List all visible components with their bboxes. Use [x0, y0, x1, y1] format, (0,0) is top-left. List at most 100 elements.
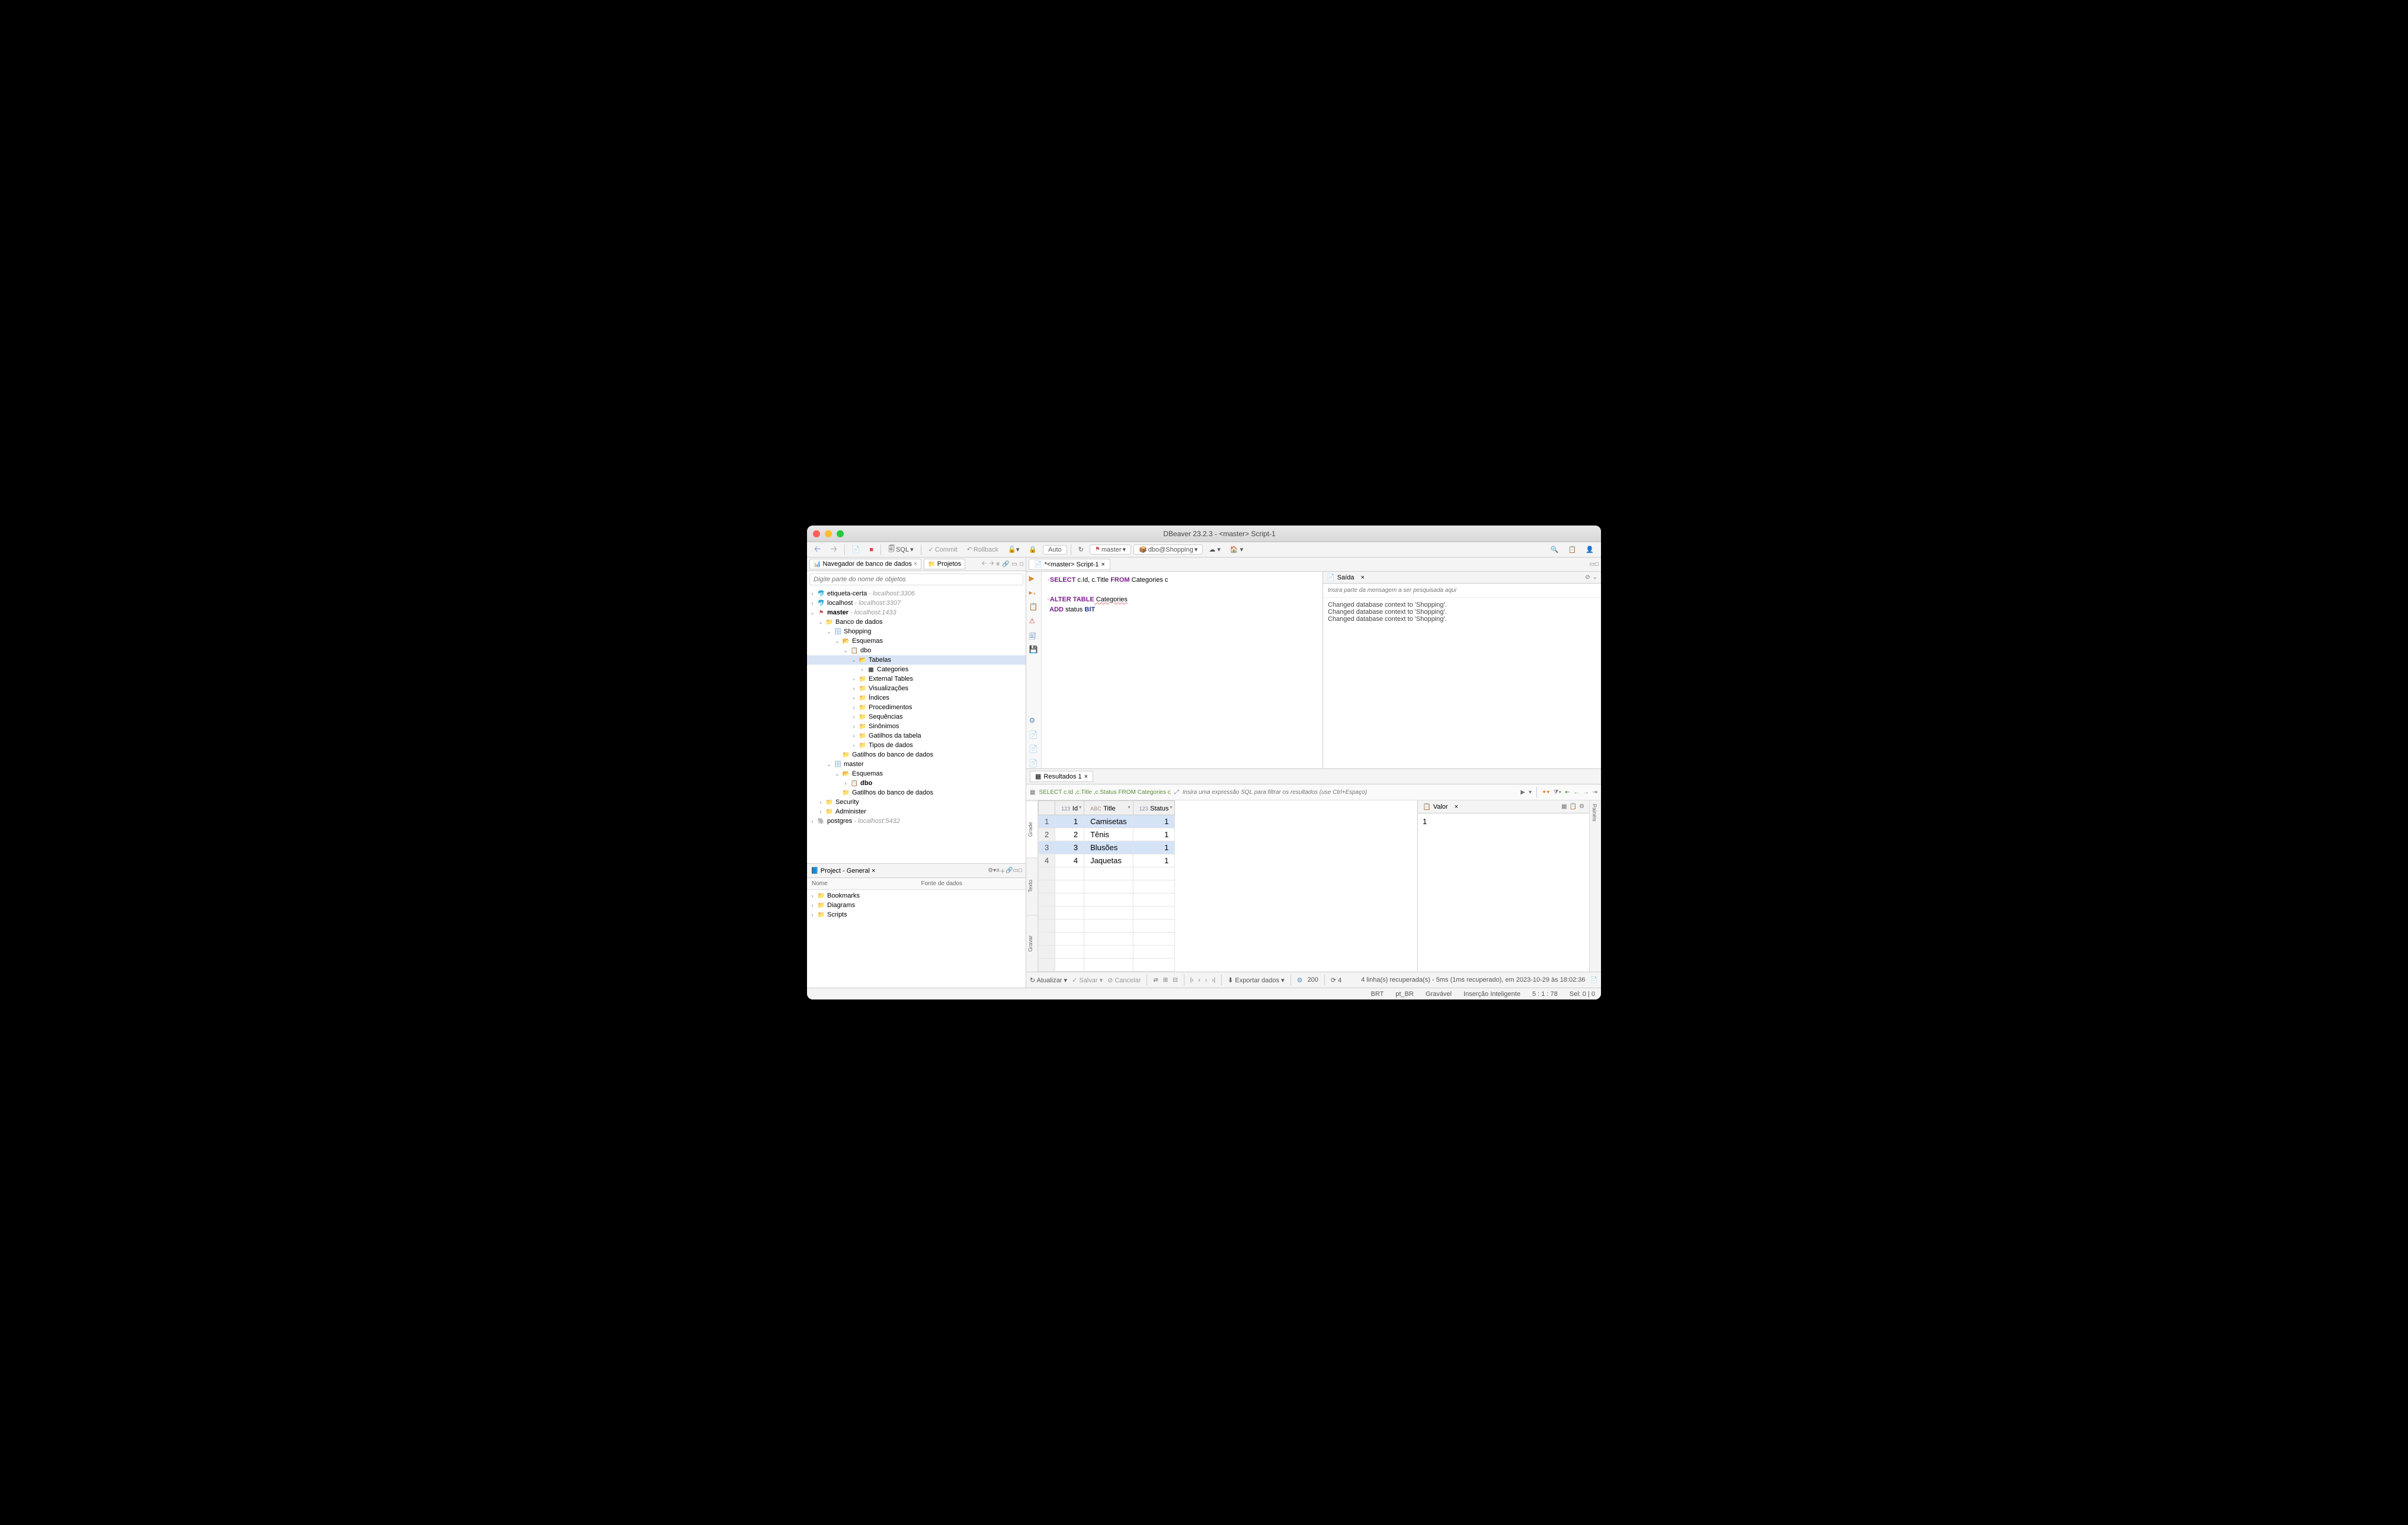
tree-db-triggers[interactable]: 📁Gatilhos do banco de dados [807, 750, 1026, 760]
doc-add-icon[interactable]: 📄 [1029, 759, 1039, 768]
results-tab[interactable]: ▦ Resultados 1 × [1030, 771, 1093, 782]
link-icon[interactable]: 🔗 [1006, 867, 1013, 874]
nav-forward-button[interactable]: 🡢 [827, 542, 840, 558]
panels-toggle[interactable]: Painéis [1590, 800, 1599, 825]
tree-conn-master[interactable]: ⌄⚑master - localhost:1433 [807, 608, 1026, 617]
editor-tab-script[interactable]: 📄 *<master> Script-1 × [1029, 559, 1110, 570]
search-icon[interactable]: 🔍 [1547, 544, 1562, 555]
tree-db-master[interactable]: ⌄🗄master [807, 760, 1026, 769]
funnel-icon[interactable]: ⧩▾ [1553, 789, 1561, 796]
results-grid[interactable]: 123 Id▾ ABC Title▾ 123 Status▾ 11Camiset… [1038, 800, 1417, 972]
minimize-icon[interactable]: ▭ [1013, 867, 1019, 874]
chevron-down-icon[interactable]: ⌄ [1593, 574, 1597, 581]
auto-commit-badge[interactable]: Auto [1043, 545, 1067, 555]
nav-forward-icon[interactable]: 🡢 [989, 559, 994, 569]
refresh-icon[interactable]: ↻ [1075, 544, 1087, 555]
close-icon[interactable]: × [1101, 561, 1104, 568]
col-header-id[interactable]: 123 Id▾ [1055, 801, 1084, 815]
sql-editor[interactable]: ◦SELECT c.Id, c.Title FROM Categories c … [1042, 572, 1323, 768]
cloud-icon[interactable]: ☁ ▾ [1205, 544, 1224, 555]
vtab-record[interactable]: Gravar [1026, 915, 1038, 972]
corner-header[interactable] [1039, 801, 1055, 815]
output-filter-input[interactable] [1325, 586, 1599, 595]
close-icon[interactable]: × [1084, 773, 1088, 780]
dup-row-icon[interactable]: ⊞ [1163, 977, 1168, 983]
col-header-title[interactable]: ABC Title▾ [1084, 801, 1133, 815]
execute-icon[interactable]: ▶ [1029, 574, 1039, 584]
grid-icon[interactable]: ▦ [1561, 803, 1567, 810]
tree-databases[interactable]: ⌄📁Banco de dados [807, 617, 1026, 627]
sql-button[interactable]: 🗐 SQL ▾ [885, 543, 917, 556]
minimize-window-button[interactable] [825, 530, 832, 537]
export-button[interactable]: ⬇ Exportar dados ▾ [1228, 976, 1284, 984]
settings-icon[interactable]: ⚙ [1579, 803, 1584, 810]
tree-tables[interactable]: ⌄📂Tabelas [807, 655, 1026, 665]
minimize-icon[interactable]: ▭ [1590, 561, 1595, 568]
prev-page-icon[interactable]: ← [1574, 789, 1580, 796]
table-row[interactable]: 11Camisetas1 [1039, 815, 1175, 828]
table-row[interactable]: 44Jaquetas1 [1039, 854, 1175, 867]
add-icon[interactable]: ＋ [1000, 866, 1006, 875]
output-tab[interactable]: Saída [1337, 574, 1354, 581]
tree-db-shopping[interactable]: ⌄🗄Shopping [807, 627, 1026, 636]
expand-icon[interactable]: ⤢ [1174, 789, 1179, 796]
tx-button[interactable]: 🔓▾ [1004, 544, 1023, 555]
stop-button[interactable]: ■ [866, 545, 877, 555]
execute-plan-icon[interactable]: 📋 [1029, 603, 1039, 612]
commit-button[interactable]: ✓ Commit [925, 544, 961, 555]
tree-security[interactable]: ›📁Security [807, 797, 1026, 807]
tree-conn-postgres[interactable]: ›🐘postgres - localhost:5432 [807, 816, 1026, 826]
copy-icon[interactable]: 📋 [1570, 803, 1577, 810]
nav-back-button[interactable]: 🡠 [811, 542, 824, 558]
home-icon[interactable]: 🏠 ▾ [1227, 544, 1247, 555]
close-window-button[interactable] [813, 530, 820, 537]
user-icon[interactable]: 👤 [1582, 544, 1597, 555]
warning-icon[interactable]: ⚠ [1029, 617, 1039, 626]
tree-synonyms[interactable]: ›📁Sinônimos [807, 722, 1026, 731]
tree-sequences[interactable]: ›📁Sequências [807, 712, 1026, 722]
vtab-grid[interactable]: Grade [1026, 800, 1038, 857]
close-icon[interactable]: × [1361, 574, 1365, 581]
explain-icon[interactable]: 🗐 [1029, 631, 1039, 640]
tree-schemas[interactable]: ⌄📂Esquemas [807, 636, 1026, 646]
next-page-icon[interactable]: → [1583, 789, 1589, 796]
settings-icon[interactable]: ⚙▾ [988, 867, 996, 874]
schema-select[interactable]: 📦 dbo@Shopping ▾ [1133, 544, 1203, 555]
tree-conn-localhost[interactable]: ›🐬localhost - localhost:3307 [807, 598, 1026, 608]
fetch-size[interactable]: 200 [1307, 976, 1318, 983]
doc-icon[interactable]: 📄 [1029, 731, 1039, 740]
close-icon[interactable]: × [872, 867, 875, 874]
tree-schemas-2[interactable]: ⌄📂Esquemas [807, 769, 1026, 778]
tree-indexes[interactable]: ›📁Índices [807, 693, 1026, 703]
last-icon[interactable]: ›| [1212, 977, 1215, 983]
nav-back-icon[interactable]: 🡠 [982, 559, 987, 569]
tree-schema-dbo[interactable]: ⌄📋dbo [807, 646, 1026, 655]
cancel-button[interactable]: ⊘ Cancelar [1107, 976, 1141, 984]
lock-button[interactable]: 🔒 [1025, 544, 1040, 555]
table-row[interactable]: 22Tênis1 [1039, 828, 1175, 841]
refresh-button[interactable]: ↻ Atualizar ▾ [1030, 976, 1067, 984]
project-scripts[interactable]: ›📁Scripts [807, 910, 1026, 920]
tree-external-tables[interactable]: ›📁External Tables [807, 674, 1026, 684]
save-button[interactable]: ✓ Salvar ▾ [1072, 976, 1103, 984]
tab-projects[interactable]: 📁 Projetos [924, 559, 965, 569]
rollback-button[interactable]: ↶ Rollback [963, 544, 1002, 555]
close-icon[interactable]: × [1455, 803, 1458, 810]
prev-icon[interactable]: ‹ [1199, 977, 1200, 983]
tx-icon[interactable]: 💾 [1029, 645, 1039, 655]
tree-administer[interactable]: ›📁Administer [807, 807, 1026, 816]
collapse-icon[interactable]: ≡ [996, 561, 1000, 568]
new-conn-button[interactable]: 📄 [848, 544, 864, 555]
apply-filter-icon[interactable]: ▶ [1520, 789, 1525, 796]
table-row[interactable]: 33Blusões1 [1039, 841, 1175, 854]
results-filter-input[interactable] [1183, 789, 1517, 796]
tree-data-types[interactable]: ›📁Tipos de dados [807, 741, 1026, 750]
refresh-icon[interactable]: ✦▾ [1542, 789, 1549, 796]
maximize-icon[interactable]: □ [1019, 867, 1022, 874]
tree-procedures[interactable]: ›📁Procedimentos [807, 703, 1026, 712]
tree-conn-etiqueta[interactable]: ›🐬etiqueta-certa - localhost:3306 [807, 589, 1026, 598]
last-page-icon[interactable]: ⇥ [1593, 789, 1597, 796]
close-icon[interactable]: × [914, 560, 917, 568]
execute-script-icon[interactable]: ▸₊ [1029, 588, 1039, 598]
next-icon[interactable]: › [1205, 977, 1207, 983]
